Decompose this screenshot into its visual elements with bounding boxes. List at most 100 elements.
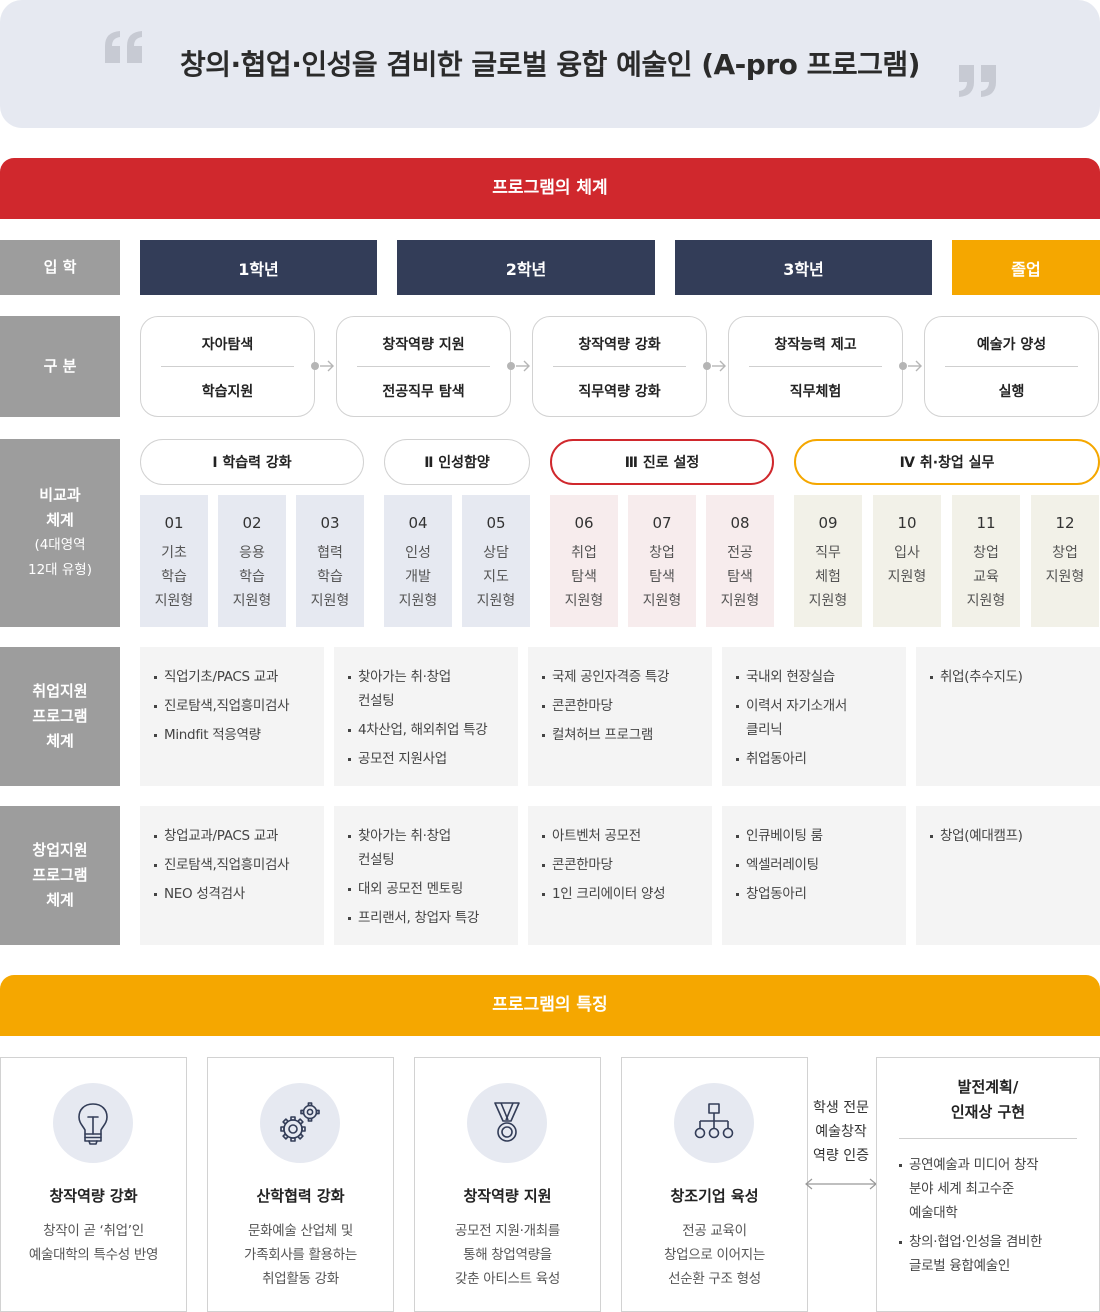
type-name: 협력 학습 지원형 xyxy=(310,545,350,609)
feature-title: 창작역량 지원 xyxy=(463,1187,552,1205)
list-item: 진로탐색,직업흥미검사 xyxy=(154,694,316,718)
area-pill-4: Ⅳ 취·창업 실무 xyxy=(794,439,1100,485)
type-col-12: 12 창업 지원형 xyxy=(1031,495,1099,627)
list-item: 이력서 자기소개서 클리닉 xyxy=(736,694,898,742)
plan-title: 발전계획/ 인재상 구현 xyxy=(950,1078,1026,1121)
list-item: 창업(예대캠프) xyxy=(930,824,1092,848)
type-name: 입사 지원형 xyxy=(887,545,927,585)
feature-card-1: 창작역량 강화 창작이 곧 ‘취업’인 예술대학의 특수성 반영 xyxy=(0,1057,187,1312)
type-col-07: 07 창업 탐색 지원형 xyxy=(628,495,696,627)
employment-col-1: 직업기초/PACS 교과 진로탐색,직업흥미검사 Mindfit 적응역량 xyxy=(140,647,324,786)
type-col-11: 11 창업 교육 지원형 xyxy=(952,495,1020,627)
list-item: 프리랜서, 창업자 특강 xyxy=(348,906,510,930)
year-1-box: 1학년 xyxy=(140,240,377,295)
employment-col-4: 국내외 현장실습 이력서 자기소개서 클리닉 취업동아리 xyxy=(722,647,906,786)
feature-description: 창작이 곧 ‘취업’인 예술대학의 특수성 반영 xyxy=(28,1223,159,1263)
arrow-right-icon xyxy=(899,360,922,372)
org-chart-icon xyxy=(694,1103,734,1139)
icon-circle xyxy=(674,1083,754,1163)
list-item: 찾아가는 취·창업 컨설팅 xyxy=(348,665,510,713)
stage-divider xyxy=(357,366,490,367)
year-3-box: 3학년 xyxy=(675,240,932,295)
feature-title: 산학협력 강화 xyxy=(256,1187,345,1205)
arrow-right-icon xyxy=(703,360,726,372)
stage-bottom-label: 전공직무 탐색 xyxy=(382,384,465,400)
type-col-04: 04 인성 개발 지원형 xyxy=(384,495,452,627)
list-item: NEO 성격검사 xyxy=(154,882,316,906)
feature-description: 공모전 지원·개최를 통해 창업역량을 갖춘 아티스트 육성 xyxy=(455,1223,560,1287)
list-item: 컬쳐허브 프로그램 xyxy=(542,723,704,747)
type-col-10: 10 입사 지원형 xyxy=(873,495,941,627)
type-number: 04 xyxy=(408,514,428,532)
double-arrow-icon xyxy=(805,1178,877,1190)
area-pill-2: Ⅱ 인성함양 xyxy=(384,439,530,485)
list-item: 공모전 지원사업 xyxy=(348,747,510,771)
program-features-header: 프로그램의 특징 xyxy=(0,975,1100,1036)
stage-bottom-label: 직무체험 xyxy=(789,384,842,400)
feature-title: 창작역량 강화 xyxy=(49,1187,138,1205)
feature-title: 창조기업 육성 xyxy=(670,1187,759,1205)
type-number: 07 xyxy=(652,514,672,532)
feature-description: 전공 교육이 창업으로 이어지는 선순환 구조 형성 xyxy=(664,1223,765,1287)
feature-card-4: 창조기업 육성 전공 교육이 창업으로 이어지는 선순환 구조 형성 xyxy=(621,1057,808,1312)
stage-box-4: 창작능력 제고 직무체험 xyxy=(728,316,903,417)
list-item: 국내외 현장실습 xyxy=(736,665,898,689)
area-pill-3: Ⅲ 진로 설정 xyxy=(550,439,774,485)
list-item: 인큐베이팅 룸 xyxy=(736,824,898,848)
lightbulb-icon xyxy=(78,1103,108,1145)
employment-col-2: 찾아가는 취·창업 컨설팅 4차산업, 해외취업 특강 공모전 지원사업 xyxy=(334,647,518,786)
type-col-06: 06 취업 탐색 지원형 xyxy=(550,495,618,627)
type-name: 창업 지원형 xyxy=(1045,545,1085,585)
feature-description: 문화예술 산업체 및 가족회사를 활용하는 취업활동 강화 xyxy=(243,1223,358,1287)
type-number: 11 xyxy=(976,514,996,532)
type-number: 01 xyxy=(164,514,184,532)
startup-col-4: 인큐베이팅 룸 엑셀러레이팅 창업동아리 xyxy=(722,806,906,945)
non-curricular-title: 비교과 체계 xyxy=(39,486,81,529)
list-item: Mindfit 적응역량 xyxy=(154,723,316,747)
development-plan-card: 발전계획/ 인재상 구현 공연예술과 미디어 창작 분야 세계 최고수준 예술대… xyxy=(876,1057,1100,1312)
type-name: 기초 학습 지원형 xyxy=(154,545,194,609)
type-name: 창업 탐색 지원형 xyxy=(642,545,682,609)
arrow-right-icon xyxy=(507,360,530,372)
page-title: 창의·협업·인성을 겸비한 글로벌 융합 예술인 (A-pro 프로그램) xyxy=(180,48,920,81)
year-2-box: 2학년 xyxy=(397,240,655,295)
plan-divider xyxy=(899,1138,1077,1139)
list-item: 직업기초/PACS 교과 xyxy=(154,665,316,689)
employment-label: 취업지원 프로그램 체계 xyxy=(0,647,120,786)
list-item: 찾아가는 취·창업 컨설팅 xyxy=(348,824,510,872)
type-name: 창업 교육 지원형 xyxy=(966,545,1006,609)
stage-top-label: 창작역량 강화 xyxy=(578,337,661,353)
startup-label: 창업지원 프로그램 체계 xyxy=(0,806,120,945)
non-curricular-subtitle: (4대영역 12대 유형) xyxy=(28,537,92,578)
type-col-02: 02 응용 학습 지원형 xyxy=(218,495,286,627)
type-name: 취업 탐색 지원형 xyxy=(564,545,604,609)
stage-divider xyxy=(945,366,1078,367)
stage-box-5: 예술가 양성 실행 xyxy=(924,316,1099,417)
type-number: 10 xyxy=(897,514,917,532)
admission-label: 입 학 xyxy=(0,240,120,295)
type-number: 05 xyxy=(486,514,506,532)
type-number: 12 xyxy=(1055,514,1075,532)
type-number: 08 xyxy=(730,514,750,532)
list-item: 창업교과/PACS 교과 xyxy=(154,824,316,848)
list-item: 공연예술과 미디어 창작 분야 세계 최고수준 예술대학 xyxy=(899,1153,1089,1225)
stage-bottom-label: 직무역량 강화 xyxy=(578,384,661,400)
employment-col-5: 취업(추수지도) xyxy=(916,647,1100,786)
list-item: 진로탐색,직업흥미검사 xyxy=(154,853,316,877)
type-number: 02 xyxy=(242,514,262,532)
list-item: 대외 공모전 멘토링 xyxy=(348,877,510,901)
stage-divider xyxy=(749,366,882,367)
list-item: 아트벤처 공모전 xyxy=(542,824,704,848)
startup-col-1: 창업교과/PACS 교과 진로탐색,직업흥미검사 NEO 성격검사 xyxy=(140,806,324,945)
stage-top-label: 예술가 양성 xyxy=(976,337,1047,353)
list-item: 1인 크리에이터 양성 xyxy=(542,882,704,906)
plan-list: 공연예술과 미디어 창작 분야 세계 최고수준 예술대학 창의·협업·인성을 겸… xyxy=(899,1153,1089,1283)
list-item: 취업(추수지도) xyxy=(930,665,1092,689)
stage-bottom-label: 학습지원 xyxy=(201,384,254,400)
type-number: 03 xyxy=(320,514,340,532)
stage-top-label: 창작역량 지원 xyxy=(382,337,465,353)
type-name: 직무 체험 지원형 xyxy=(808,545,848,609)
icon-circle xyxy=(467,1083,547,1163)
gears-icon xyxy=(280,1102,320,1142)
program-system-header: 프로그램의 체계 xyxy=(0,158,1100,219)
